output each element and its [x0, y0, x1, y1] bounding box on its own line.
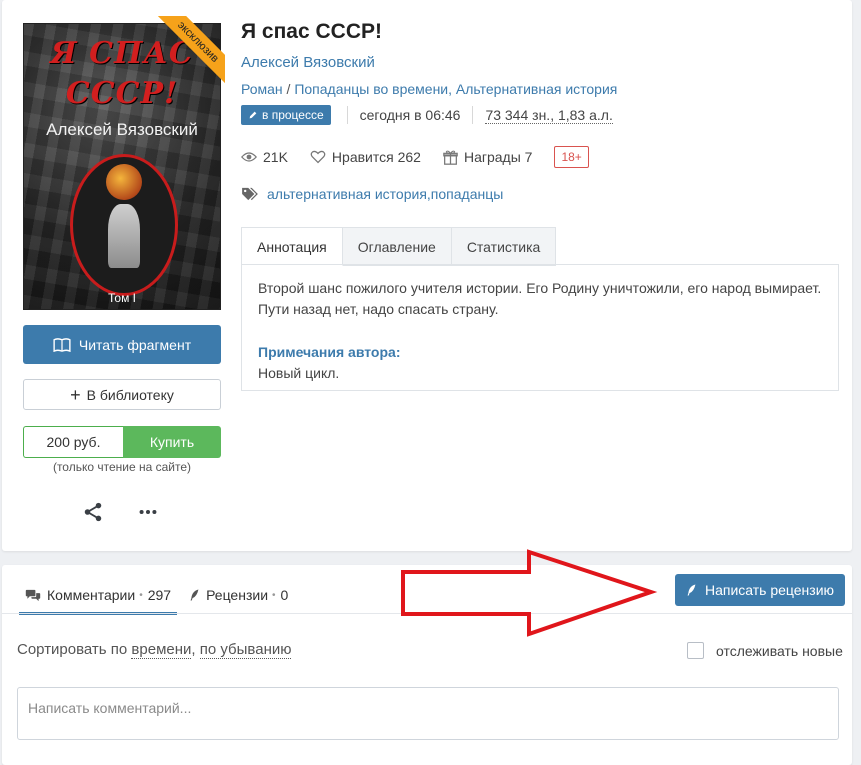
comment-input[interactable]: [17, 687, 839, 740]
comments-icon: [25, 589, 41, 601]
book-meta: в процессе сегодня в 06:46 73 344 зн., 1…: [241, 104, 613, 126]
tab-reviews[interactable]: Рецензии • 0: [189, 577, 288, 613]
awards-count: 7: [524, 149, 533, 165]
tags-icon: [242, 187, 258, 201]
author-link[interactable]: Алексей Вязовский: [241, 54, 375, 71]
annotation-panel: Второй шанс пожилого учителя истории. Ег…: [241, 264, 839, 391]
book-size[interactable]: 73 344 зн., 1,83 а.л.: [485, 107, 613, 124]
share-icon[interactable]: [81, 500, 105, 524]
updated-time: сегодня в 06:46: [359, 107, 461, 123]
quill-icon: [687, 584, 696, 596]
tab-annotation[interactable]: Аннотация: [241, 227, 343, 266]
sort-order-link[interactable]: по убыванию: [199, 641, 292, 659]
gift-icon: [443, 150, 458, 165]
read-fragment-button[interactable]: Читать фрагмент: [23, 325, 221, 364]
book-open-icon: [53, 337, 71, 352]
buy-button[interactable]: Купить: [123, 426, 221, 458]
meta-divider: [346, 106, 348, 124]
annotation-text: Второй шанс пожилого учителя истории. Ег…: [258, 280, 822, 317]
track-new-checkbox[interactable]: [687, 642, 704, 659]
book-tabs: Аннотация Оглавление Статистика: [241, 227, 557, 266]
red-arrow-annotation: [401, 549, 658, 637]
add-to-library-label: В библиотеку: [86, 386, 174, 403]
views: 21K: [241, 149, 288, 165]
views-count: 21K: [263, 149, 288, 165]
book-card: Я СПАС СССР! Алексей Вязовский Том I экс…: [2, 0, 852, 551]
exclusive-ribbon: эксклюзив: [149, 16, 225, 92]
price: 200 руб.: [23, 426, 123, 458]
track-new-label: отслеживать новые: [716, 642, 843, 659]
genres: Роман / Попаданцы во времени, Альтернати…: [241, 81, 617, 97]
tab-statistics[interactable]: Статистика: [451, 227, 557, 266]
meta-divider: [472, 106, 474, 124]
comments-label: Комментарии: [47, 587, 136, 603]
book-stats: 21K Нравится 262 Награды 7 18+: [241, 146, 589, 168]
reviews-count: 0: [280, 587, 289, 603]
comments-count: 297: [147, 587, 172, 603]
tag-link[interactable]: попаданцы: [431, 186, 504, 202]
plus-icon: +: [70, 384, 81, 405]
quill-icon: [190, 589, 199, 601]
awards-label: Награды: [463, 149, 521, 165]
reviews-label: Рецензии: [206, 587, 269, 603]
genre-link-alt-history[interactable]: Альтернативная история: [456, 81, 617, 97]
tag-link[interactable]: альтернативная история: [267, 186, 427, 202]
tab-contents[interactable]: Оглавление: [342, 227, 452, 266]
sort-control: Сортировать по времени, по убыванию: [17, 641, 292, 659]
cover-author: Алексей Вязовский: [46, 120, 198, 139]
tags: альтернативная история, попаданцы: [241, 186, 503, 202]
author-notes-title: Примечания автора:: [258, 344, 401, 360]
likes-label: Нравится: [331, 149, 394, 165]
comments-separator: •: [139, 589, 143, 601]
likes-count: 262: [397, 149, 421, 165]
write-review-button[interactable]: Написать рецензию: [675, 574, 845, 606]
eye-icon: [241, 152, 257, 162]
sort-prefix: Сортировать по: [17, 641, 132, 658]
cover-volume: Том I: [108, 291, 136, 305]
awards[interactable]: Награды 7: [443, 149, 533, 165]
heart-icon: [310, 150, 326, 164]
add-to-library-button[interactable]: + В библиотеку: [23, 379, 221, 410]
more-options-icon[interactable]: [136, 500, 160, 524]
age-rating-badge: 18+: [554, 146, 589, 168]
status-badge: в процессе: [241, 105, 331, 125]
write-review-label: Написать рецензию: [704, 582, 835, 598]
genre-link-time-travel[interactable]: Попаданцы во времени: [294, 81, 448, 97]
cover-globe-image: [106, 164, 142, 200]
status-label: в процессе: [262, 108, 324, 122]
pencil-icon: [249, 111, 257, 119]
genre-link-novel[interactable]: Роман: [241, 81, 283, 97]
sort-field-link[interactable]: времени: [131, 641, 192, 659]
tab-comments[interactable]: Комментарии • 297: [19, 579, 178, 615]
cover-atlas-figure: [108, 204, 140, 268]
track-new-toggle[interactable]: отслеживать новые: [687, 642, 843, 659]
author-notes-text: Новый цикл.: [258, 365, 340, 381]
discussion-tabs: Комментарии • 297 Рецензии • 0: [19, 577, 300, 615]
exclusive-ribbon-label: эксклюзив: [152, 16, 225, 88]
reviews-separator: •: [272, 589, 276, 601]
genre-separator: /: [282, 81, 295, 97]
book-title: Я спас СССР!: [241, 20, 382, 43]
sort-comma: ,: [191, 641, 200, 658]
likes[interactable]: Нравится 262: [310, 149, 421, 165]
genre-comma: ,: [448, 81, 456, 97]
read-fragment-label: Читать фрагмент: [78, 336, 192, 353]
reading-note: (только чтение на сайте): [52, 460, 192, 474]
